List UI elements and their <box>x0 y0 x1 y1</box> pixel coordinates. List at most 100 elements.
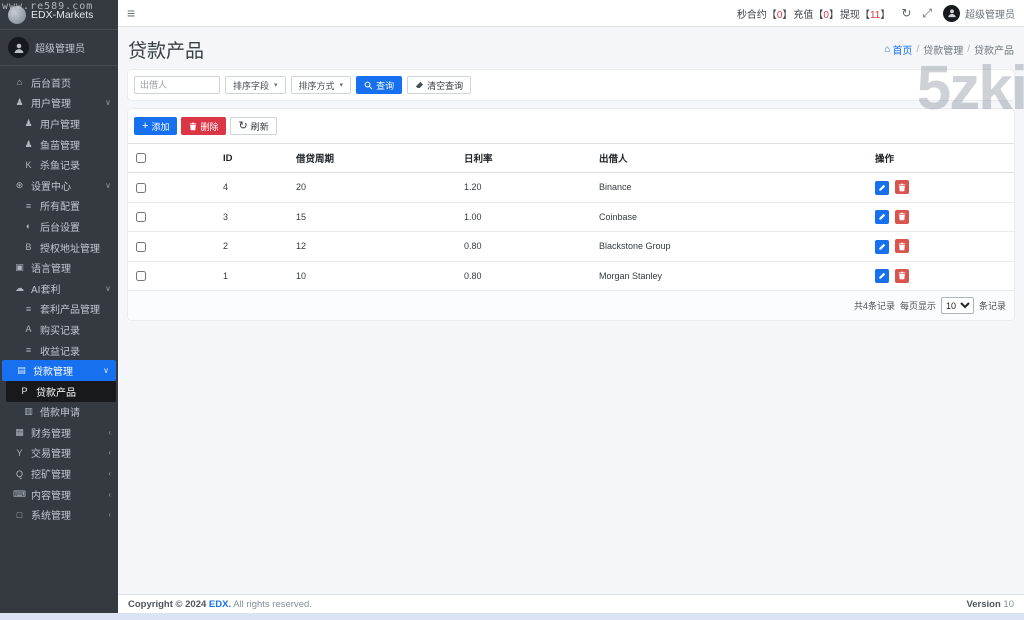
row-checkbox[interactable] <box>136 212 146 223</box>
pencil-icon <box>879 184 886 191</box>
sidebar-item-home[interactable]: ⌂ 后台首页 <box>0 72 118 93</box>
sidebar-item-content[interactable]: ⌨ 内容管理 ‹ <box>0 484 118 505</box>
language-icon: ▣ <box>15 262 24 273</box>
refresh-icon[interactable]: ↻ <box>901 7 911 19</box>
sidebar-item-finance[interactable]: ▦ 财务管理 ‹ <box>0 422 118 443</box>
row-checkbox[interactable] <box>136 271 146 282</box>
topbar-user-menu[interactable]: 超级管理员 <box>943 4 1015 22</box>
sidebar-item-system[interactable]: □ 系统管理 ‹ <box>0 504 118 525</box>
filter-bar: 排序字段 ▾ 排序方式 ▾ 查询 清空查询 <box>128 70 1014 100</box>
row-checkbox[interactable] <box>136 241 146 252</box>
sidebar-item-card[interactable]: ▥ 借款申请 <box>0 402 118 423</box>
cell-id: 2 <box>215 231 288 262</box>
trash-icon <box>898 212 905 221</box>
sidebar-item-list[interactable]: ≡ 套利产品管理 <box>0 299 118 320</box>
cell-period: 12 <box>288 231 456 262</box>
sidebar-item-gears[interactable]: ⊛ 设置中心 ∨ <box>0 175 118 196</box>
gears-icon: ⊛ <box>15 179 24 190</box>
version-number: 10 <box>1003 598 1014 610</box>
topbar-user-name: 超级管理员 <box>965 9 1015 21</box>
version-label: Version <box>966 598 1001 610</box>
sidebar-item-users-group[interactable]: ♟ 鱼苗管理 <box>0 134 118 155</box>
table-body: 4 20 1.20 Binance 3 15 1.00 Coinbase 2 1… <box>128 172 1014 291</box>
chevron-left-icon: ‹ <box>108 510 111 520</box>
cell-lender: Morgan Stanley <box>591 261 867 291</box>
chevron-down-icon: ∨ <box>103 366 109 376</box>
per-page-suffix: 条记录 <box>978 301 1006 311</box>
sidebar-item-users[interactable]: ♟ 用户管理 ∨ <box>0 93 118 114</box>
cell-period: 15 <box>288 202 456 232</box>
content-icon: ⌨ <box>13 488 26 499</box>
sidebar-item-list[interactable]: ≡ 所有配置 <box>0 196 118 217</box>
table-row: 1 10 0.80 Morgan Stanley <box>128 261 1014 291</box>
chevron-down-icon: ∨ <box>105 283 111 293</box>
system-icon: □ <box>16 509 23 520</box>
edit-row-button[interactable] <box>875 180 889 195</box>
delete-row-button[interactable] <box>894 239 909 253</box>
edit-row-button[interactable] <box>875 269 889 283</box>
sidebar: EDX-Markets 超级管理员 ⌂ 后台首页 ♟ 用户管理 ∨ ♟ 用户管理… <box>0 0 118 613</box>
edit-row-button[interactable] <box>875 210 889 224</box>
sidebar-item-cloud[interactable]: ☁ AI套利 ∨ <box>0 278 118 299</box>
breadcrumb-item-1[interactable]: ⌂ 首页 <box>884 42 912 57</box>
sidebar-item-trade[interactable]: Y 交易管理 ‹ <box>0 443 118 464</box>
cell-rate: 1.00 <box>456 202 591 232</box>
sidebar-item-a-letter[interactable]: A 购买记录 <box>0 319 118 340</box>
add-button[interactable]: + 添加 <box>134 117 178 135</box>
total-records: 共4条记录 <box>853 301 895 311</box>
row-checkbox[interactable] <box>136 182 146 193</box>
clear-search-button[interactable]: 清空查询 <box>407 76 472 94</box>
cell-rate: 1.20 <box>456 172 591 203</box>
delete-button[interactable]: 删除 <box>181 117 227 135</box>
sidebar-item-money[interactable]: ▤ 贷款管理 ∨ <box>2 360 116 381</box>
chevron-left-icon: ‹ <box>108 469 111 479</box>
brand[interactable]: EDX-Markets <box>0 0 118 30</box>
sidebar-item-language[interactable]: ▣ 语言管理 <box>0 257 118 278</box>
sidebar-item-user[interactable]: ♟ 用户管理 <box>0 113 118 134</box>
lender-search-input[interactable] <box>134 76 220 94</box>
sidebar-user-panel[interactable]: 超级管理员 <box>0 30 118 66</box>
eraser-icon <box>415 81 424 88</box>
brand-logo-icon <box>8 5 26 24</box>
sort-field-dropdown[interactable]: 排序字段 ▾ <box>225 76 286 94</box>
home-icon: ⌂ <box>884 44 891 55</box>
sidebar-item-p-circle[interactable]: P 贷款产品 <box>6 380 116 402</box>
topbar: ≡ 秒合约【0】 充值【0】 提现【11】 ↻ ⤢ 超级管理员 <box>118 0 1024 27</box>
sidebar-user-name: 超级管理员 <box>35 44 85 55</box>
header-rate: 日利率 <box>456 143 591 173</box>
select-all-checkbox[interactable] <box>136 152 146 163</box>
sort-order-dropdown[interactable]: 排序方式 ▾ <box>290 76 352 94</box>
pencil-icon <box>879 272 886 279</box>
edit-row-button[interactable] <box>875 239 889 254</box>
content: 5zki 贷款产品 ⌂首页/贷款管理/贷款产品 排序字段▾ 排序方式▾ 查询 清… <box>118 28 1024 594</box>
delete-row-button[interactable] <box>894 180 909 194</box>
menu-toggle-icon[interactable]: ≡ <box>127 6 135 20</box>
delete-row-button[interactable] <box>894 268 909 283</box>
breadcrumb: ⌂ 首页 / 贷款管理 / 贷款产品 <box>884 42 1014 57</box>
sidebar-item-list-check[interactable]: ≡ 收益记录 <box>0 340 118 361</box>
copyright-year: Copyright © 2024 <box>128 598 207 610</box>
delete-button-label: 删除 <box>200 121 219 132</box>
refresh-button[interactable]: ↻ 刷新 <box>230 117 277 135</box>
per-page-select[interactable]: 10 <box>940 297 974 314</box>
sidebar-item-k-letter[interactable]: K 杀鱼记录 <box>0 154 118 175</box>
sidebar-item-adjust[interactable]: ◐ 后台设置 <box>0 216 118 237</box>
chevron-down-icon: ∨ <box>105 180 111 190</box>
sidebar-item-b-letter[interactable]: B 授权地址管理 <box>0 237 118 258</box>
footer: Copyright © 2024 EDX. All rights reserve… <box>118 594 1024 613</box>
topbar-stats: 秒合约【0】 充值【0】 提现【11】 <box>737 6 891 21</box>
trade-icon: Y <box>16 447 23 458</box>
brand-name: EDX-Markets <box>31 8 94 21</box>
sidebar-item-mining[interactable]: Q 挖矿管理 ‹ <box>0 463 118 484</box>
plus-icon: + <box>142 119 149 132</box>
delete-row-button[interactable] <box>894 209 909 224</box>
chevron-down-icon: ▾ <box>339 82 344 89</box>
clear-search-label: 清空查询 <box>427 80 464 91</box>
fullscreen-icon[interactable]: ⤢ <box>922 7 932 19</box>
pagination: 共4条记录 每页显示 10 条记录 <box>128 291 1014 320</box>
table-header-row: ID 借贷周期 日利率 出借人 操作 <box>128 143 1014 173</box>
search-button[interactable]: 查询 <box>356 76 403 94</box>
cloud-icon: ☁ <box>15 282 24 293</box>
stat-badge: 秒合约【0】 <box>736 9 793 21</box>
table-row: 4 20 1.20 Binance <box>128 172 1014 203</box>
